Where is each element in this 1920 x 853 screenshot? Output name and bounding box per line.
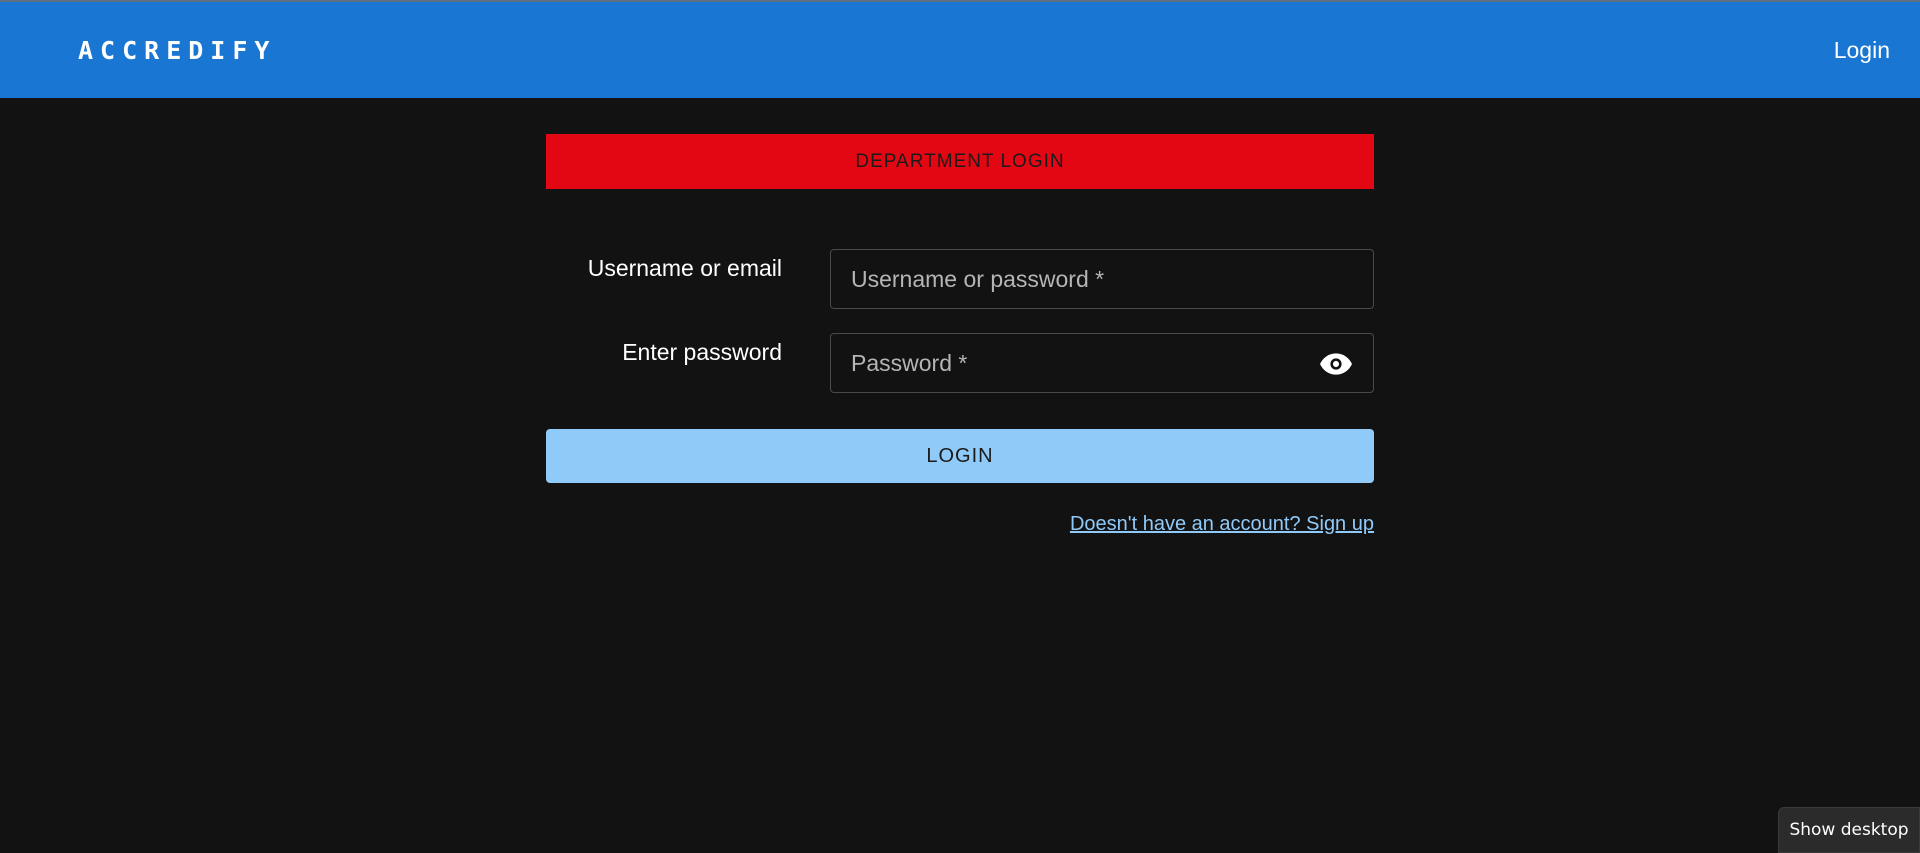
username-row: Username or email	[546, 249, 1374, 309]
password-row: Enter password	[546, 333, 1374, 393]
password-label: Enter password	[622, 339, 782, 365]
login-form-container: DEPARTMENT LOGIN Username or email Enter…	[546, 134, 1374, 536]
show-desktop-tooltip[interactable]: Show desktop	[1778, 807, 1920, 853]
signup-row: Doesn't have an account? Sign up	[546, 513, 1374, 536]
eye-icon[interactable]	[1319, 348, 1353, 380]
app-header: ACCREDIFY Login	[0, 0, 1920, 98]
signup-link[interactable]: Doesn't have an account? Sign up	[1070, 513, 1374, 535]
nav-login-link[interactable]: Login	[1834, 37, 1890, 64]
brand-logo[interactable]: ACCREDIFY	[78, 36, 276, 65]
username-field	[830, 249, 1374, 309]
username-label: Username or email	[587, 255, 782, 281]
password-input[interactable]	[831, 334, 1373, 392]
username-input[interactable]	[831, 250, 1373, 308]
department-login-banner: DEPARTMENT LOGIN	[546, 134, 1374, 189]
password-field	[830, 333, 1374, 393]
login-button[interactable]: LOGIN	[546, 429, 1374, 483]
